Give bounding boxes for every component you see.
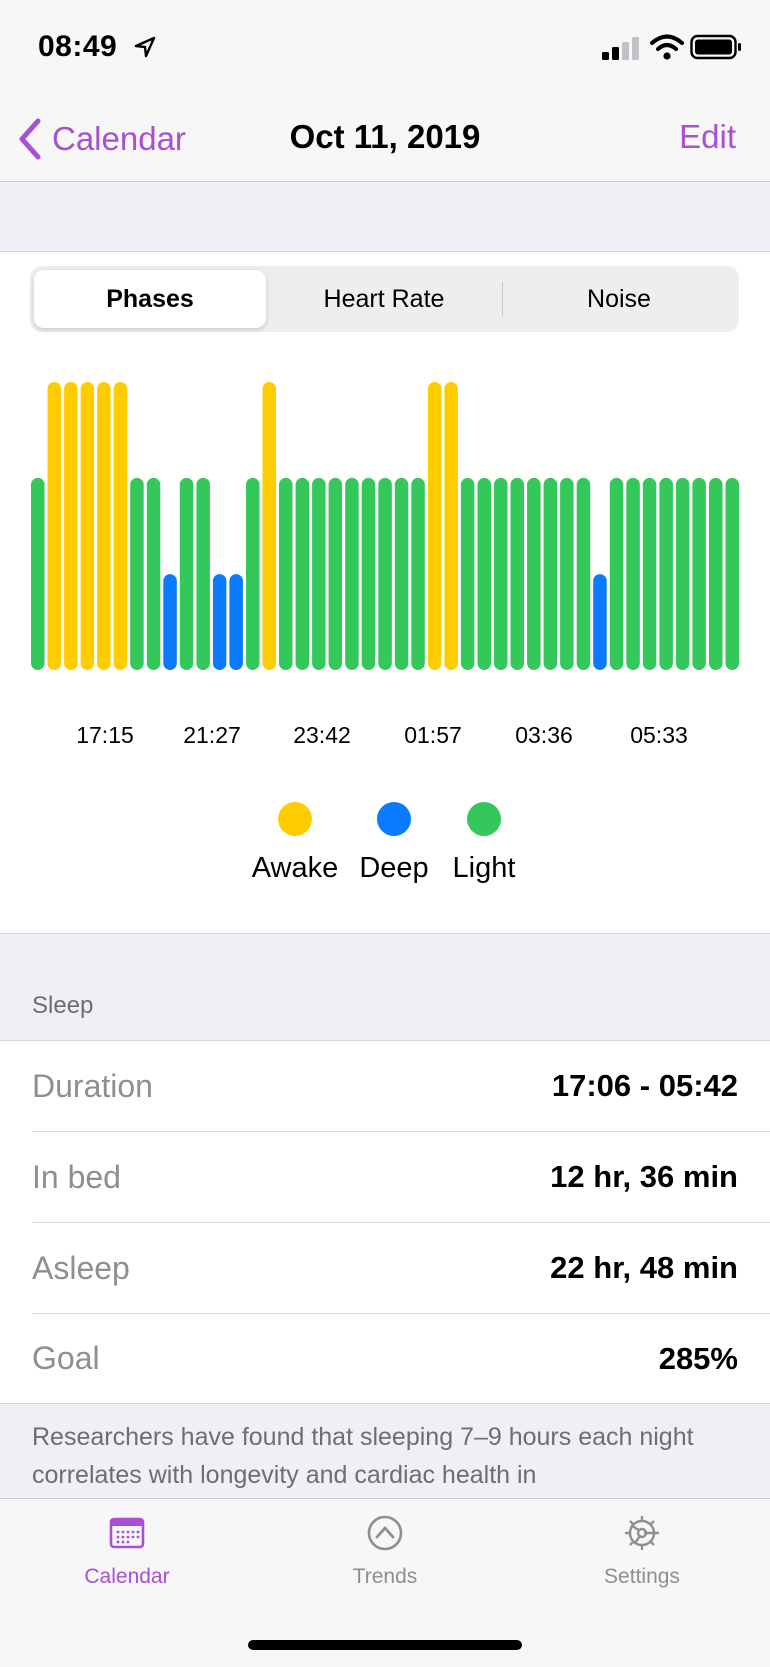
phase-bar-awake (262, 382, 276, 670)
navigation-bar: Calendar Oct 11, 2019 Edit (0, 96, 770, 182)
sleep-phases-chart (31, 382, 739, 670)
section-separator: Sleep (0, 933, 770, 1041)
phase-bar-light (725, 477, 739, 670)
footnote-text: Researchers have found that sleeping 7–9… (32, 1423, 694, 1489)
phase-bar-light (378, 477, 392, 670)
legend-dot-deep (377, 802, 411, 836)
back-button[interactable]: Calendar (16, 114, 186, 164)
tabbar-item-settings[interactable]: Settings (542, 1513, 742, 1589)
phase-bar-deep (593, 574, 607, 670)
row-value: 17:06 - 05:42 (551, 1068, 738, 1103)
phase-bar-awake (97, 382, 111, 670)
tick-label: 17:15 (76, 722, 134, 748)
row-value: 22 hr, 48 min (550, 1250, 738, 1285)
phase-bar-light (675, 477, 690, 670)
row-asleep: Asleep 22 hr, 48 min (32, 1223, 770, 1314)
phase-bar-light (692, 477, 706, 670)
phase-bar-light (642, 477, 657, 670)
phase-bar-deep (163, 574, 177, 670)
status-time: 08:49 (38, 30, 118, 63)
phase-bar-light (411, 477, 425, 670)
legend-dot-awake (278, 802, 312, 836)
segmented-control: Phases Heart Rate Noise (30, 266, 739, 332)
phase-bar-awake (80, 382, 95, 670)
phase-bar-deep (229, 574, 243, 670)
tab-noise[interactable]: Noise (503, 270, 735, 328)
phase-bar-awake (47, 382, 61, 670)
phase-bar-light (576, 477, 591, 670)
phase-bar-light (179, 477, 194, 670)
phase-bar-light (709, 477, 723, 670)
settings-icon (624, 1515, 660, 1551)
tab-phases[interactable]: Phases (34, 270, 266, 328)
wifi-icon (650, 34, 684, 60)
phase-bar-awake (64, 382, 78, 670)
chevron-left-icon (19, 118, 41, 160)
phase-bar-light (560, 477, 574, 670)
cellular-signal-icon (602, 37, 639, 60)
phase-bar-light (328, 477, 343, 670)
row-label: In bed (32, 1158, 121, 1195)
phase-bar-light (460, 477, 475, 670)
legend-label-light: Light (452, 852, 516, 884)
phase-bar-light (295, 477, 310, 670)
phase-bar-light (361, 477, 376, 670)
row-label: Duration (32, 1067, 153, 1104)
tick-label: 23:42 (293, 722, 351, 748)
phase-bar-light (510, 477, 524, 670)
tick-label: 03:36 (515, 722, 573, 748)
row-value: 12 hr, 36 min (550, 1159, 738, 1194)
legend-dot-light (467, 802, 501, 836)
phase-bar-light (626, 477, 640, 670)
phase-bar-awake (113, 382, 128, 670)
footnote: Researchers have found that sleeping 7–9… (0, 1403, 770, 1499)
phase-bar-light (477, 477, 491, 670)
tabbar-label: Settings (604, 1565, 680, 1588)
phase-bar-light (609, 477, 624, 670)
phase-bar-awake (444, 382, 458, 670)
row-duration: Duration 17:06 - 05:42 (32, 1041, 770, 1132)
section-header-sleep: Sleep (32, 992, 94, 1019)
phase-bar-light (543, 477, 558, 670)
row-in-bed: In bed 12 hr, 36 min (32, 1132, 770, 1223)
phase-bar-deep (212, 574, 227, 670)
battery-icon (690, 34, 741, 60)
row-value: 285% (658, 1340, 738, 1376)
header-spacer (0, 182, 770, 252)
row-goal: Goal 285% (32, 1313, 770, 1404)
tick-label: 05:33 (630, 722, 688, 748)
tabbar-label: Calendar (84, 1565, 170, 1588)
phase-bar-light (31, 477, 45, 670)
back-button-label: Calendar (52, 120, 186, 157)
trends-icon (367, 1515, 403, 1551)
tabbar-item-calendar[interactable]: Calendar (27, 1513, 227, 1589)
phase-bar-light (527, 477, 541, 670)
calendar-icon (109, 1517, 145, 1549)
location-arrow-icon (134, 36, 156, 58)
tabbar-item-trends[interactable]: Trends (285, 1513, 485, 1589)
phase-bar-light (394, 477, 409, 670)
row-label: Goal (32, 1340, 100, 1376)
edit-button[interactable]: Edit (679, 118, 736, 156)
phase-bar-light (279, 477, 293, 670)
tab-heart-rate[interactable]: Heart Rate (266, 270, 502, 328)
tick-label: 01:57 (404, 722, 462, 748)
status-bar: 08:49 (0, 0, 770, 96)
phase-bar-light (146, 477, 161, 670)
row-label: Asleep (32, 1249, 130, 1286)
phase-bar-awake (427, 382, 442, 670)
tabbar-label: Trends (352, 1565, 418, 1588)
phase-bar-light (659, 477, 673, 670)
phase-bar-light (196, 477, 210, 670)
phase-bar-light (130, 477, 144, 670)
tick-label: 21:27 (183, 722, 241, 748)
phase-bar-light (345, 477, 359, 670)
phase-bar-light (494, 477, 508, 670)
home-indicator (248, 1640, 522, 1650)
phase-bar-light (312, 477, 326, 670)
phase-bar-light (246, 477, 260, 670)
